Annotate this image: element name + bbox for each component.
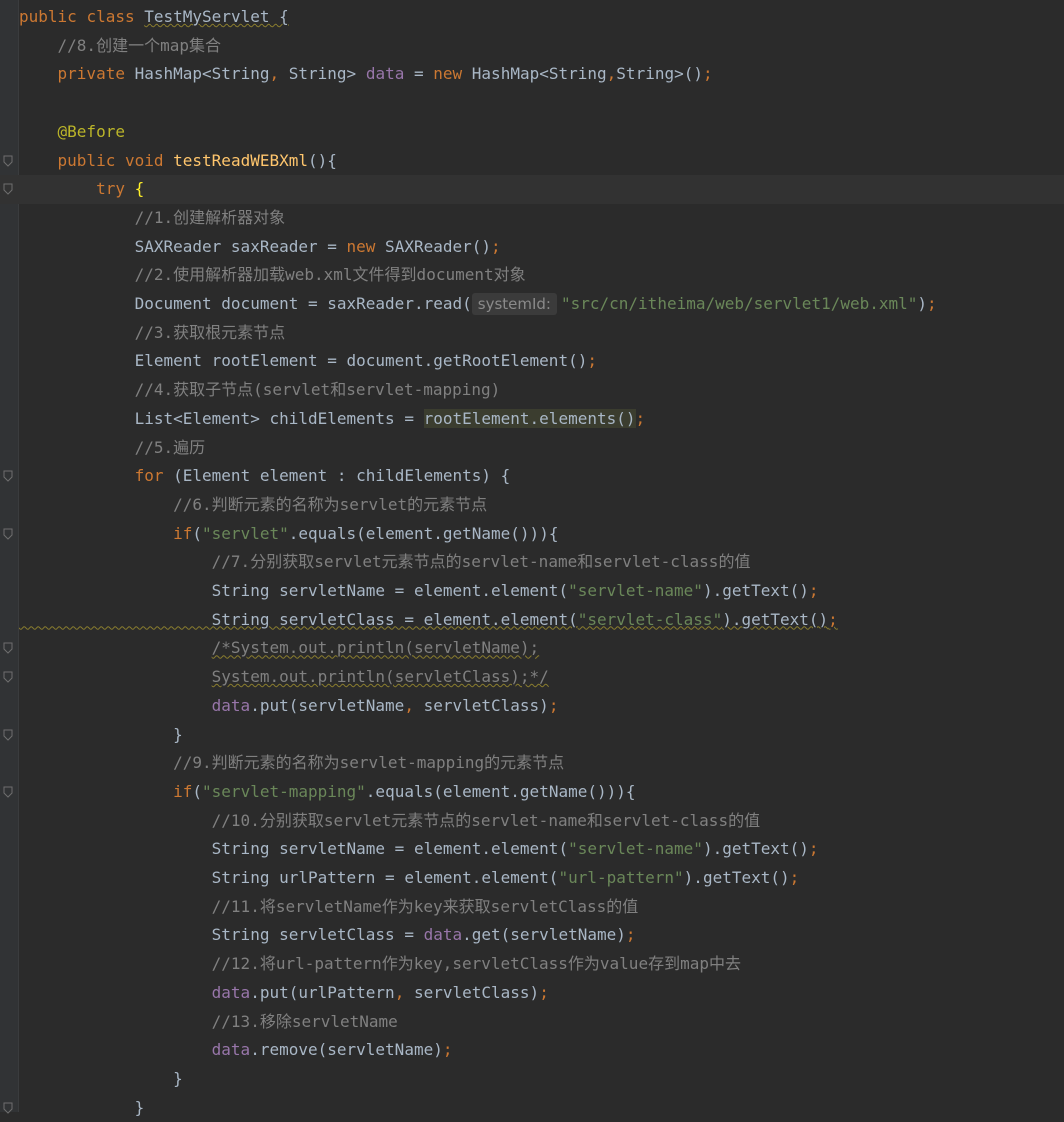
code-line-text: String servletClass = data.get(servletNa… [19,925,636,945]
code-line[interactable]: if("servlet".equals(element.getName())){ [0,520,1064,549]
code-line[interactable]: public void testReadWEBXml(){ [0,147,1064,176]
fold-marker-icon[interactable] [3,155,13,167]
code-line[interactable]: } [0,721,1064,750]
code-line[interactable]: String urlPattern = element.element("url… [0,864,1064,893]
code-line-text: try { [96,179,145,199]
fold-marker-icon[interactable] [3,642,13,655]
code-line-text: String servletClass = element.element("s… [19,609,838,629]
code-line-text: Document document = saxReader.read(syste… [19,293,937,315]
code-line[interactable]: //12.将url-pattern作为key,servletClass作为val… [0,950,1064,979]
fold-marker-icon[interactable] [3,729,13,741]
code-line[interactable]: //8.创建一个map集合 [0,32,1064,61]
code-line-text: //2.使用解析器加载web.xml文件得到document对象 [134,265,526,285]
code-line[interactable]: SAXReader saxReader = new SAXReader(); [0,233,1064,262]
code-line-text: data.put(servletName, servletClass); [211,695,559,715]
code-line-text: if("servlet-mapping".equals(element.getN… [173,781,636,801]
code-line[interactable]: String servletName = element.element("se… [0,577,1064,606]
code-line[interactable]: String servletClass = data.get(servletNa… [0,921,1064,950]
code-line[interactable]: String servletName = element.element("se… [0,835,1064,864]
fold-marker-icon[interactable] [3,786,13,798]
code-line-text: public class TestMyServlet { [19,7,289,26]
code-line-text: //4.获取子节点(servlet和servlet-mapping) [134,380,501,400]
code-line[interactable]: for (Element element : childElements) { [0,462,1064,491]
code-line-text: for (Element element : childElements) { [134,466,511,486]
code-line-text: //9.判断元素的名称为servlet-mapping的元素节点 [173,753,565,773]
code-line-text: //3.获取根元素节点 [134,322,286,342]
code-line[interactable]: //11.将servletName作为key来获取servletClass的值 [0,893,1064,922]
code-line-text: public void testReadWEBXml(){ [57,150,337,170]
code-line-text: private HashMap<String, String> data = n… [57,64,713,84]
code-line-text: data.remove(servletName); [211,1040,453,1060]
code-line[interactable]: //1.创建解析器对象 [0,204,1064,233]
code-line[interactable]: } [0,1065,1064,1094]
code-line-text: data.put(urlPattern, servletClass); [211,982,549,1002]
fold-marker-icon[interactable] [3,183,13,195]
code-line[interactable]: //4.获取子节点(servlet和servlet-mapping) [0,376,1064,405]
code-line[interactable]: private HashMap<String, String> data = n… [0,60,1064,89]
code-line-text: //1.创建解析器对象 [134,207,286,227]
code-line-text: Element rootElement = document.getRootEl… [19,351,597,371]
code-line[interactable]: //3.获取根元素节点 [0,319,1064,348]
code-line-text: //12.将url-pattern作为key,servletClass作为val… [211,954,741,974]
code-line[interactable]: System.out.println(servletClass);*/ [0,663,1064,692]
code-line-text: System.out.println(servletClass);*/ [211,667,549,687]
code-line-text: //8.创建一个map集合 [57,35,221,55]
code-line-text: String urlPattern = element.element("url… [19,868,800,887]
code-line-text: //6.判断元素的名称为servlet的元素节点 [173,494,488,514]
code-line-text: if("servlet".equals(element.getName())){ [173,523,559,543]
code-line-text: /*System.out.println(servletName); [211,638,540,658]
fold-marker-icon[interactable] [3,470,13,482]
code-line-text: //5.遍历 [134,437,206,457]
code-line[interactable]: /*System.out.println(servletName); [0,634,1064,663]
code-line[interactable]: //5.遍历 [0,434,1064,463]
code-line-text: @Before [57,121,125,141]
code-editor[interactable]: public class TestMyServlet { //8.创建一个map… [0,0,1064,1117]
code-line[interactable]: } [0,1094,1064,1122]
code-line-text: } [19,1097,145,1117]
code-lines[interactable]: public class TestMyServlet { //8.创建一个map… [0,0,1064,1117]
code-line-text: //11.将servletName作为key来获取servletClass的值 [211,896,639,916]
fold-marker-icon[interactable] [3,528,13,540]
code-line[interactable]: data.remove(servletName); [0,1036,1064,1065]
code-line[interactable]: data.put(servletName, servletClass); [0,692,1064,721]
code-line-text: List<Element> childElements = rootElemen… [19,408,646,428]
code-line[interactable]: try { [0,175,1064,204]
code-line[interactable]: //9.判断元素的名称为servlet-mapping的元素节点 [0,749,1064,778]
code-line-text: SAXReader saxReader = new SAXReader(); [19,236,501,256]
code-line[interactable]: @Before [0,118,1064,147]
code-line[interactable]: Document document = saxReader.read(syste… [0,290,1064,319]
code-line-text: //7.分别获取servlet元素节点的servlet-name和servlet… [211,552,751,572]
fold-marker-icon[interactable] [3,671,13,683]
code-line-text: String servletName = element.element("se… [19,839,819,859]
code-line[interactable]: if("servlet-mapping".equals(element.getN… [0,778,1064,807]
code-line[interactable] [0,89,1064,118]
code-line[interactable]: //10.分别获取servlet元素节点的servlet-name和servle… [0,807,1064,836]
code-line[interactable]: //2.使用解析器加载web.xml文件得到document对象 [0,261,1064,290]
code-line-text: String servletName = element.element("se… [19,581,819,600]
code-line[interactable]: //6.判断元素的名称为servlet的元素节点 [0,491,1064,520]
code-line[interactable]: List<Element> childElements = rootElemen… [0,405,1064,434]
code-line-text: } [19,1068,183,1088]
code-line[interactable]: //13.移除servletName [0,1008,1064,1037]
code-line-text: //13.移除servletName [211,1011,398,1031]
code-line[interactable]: data.put(urlPattern, servletClass); [0,979,1064,1008]
code-line-text: } [19,724,183,744]
code-line-text: //10.分别获取servlet元素节点的servlet-name和servle… [211,810,761,830]
code-line[interactable]: Element rootElement = document.getRootEl… [0,347,1064,376]
code-line[interactable]: String servletClass = element.element("s… [0,606,1064,635]
code-line[interactable]: public class TestMyServlet { [0,3,1064,32]
code-line[interactable]: //7.分别获取servlet元素节点的servlet-name和servlet… [0,548,1064,577]
